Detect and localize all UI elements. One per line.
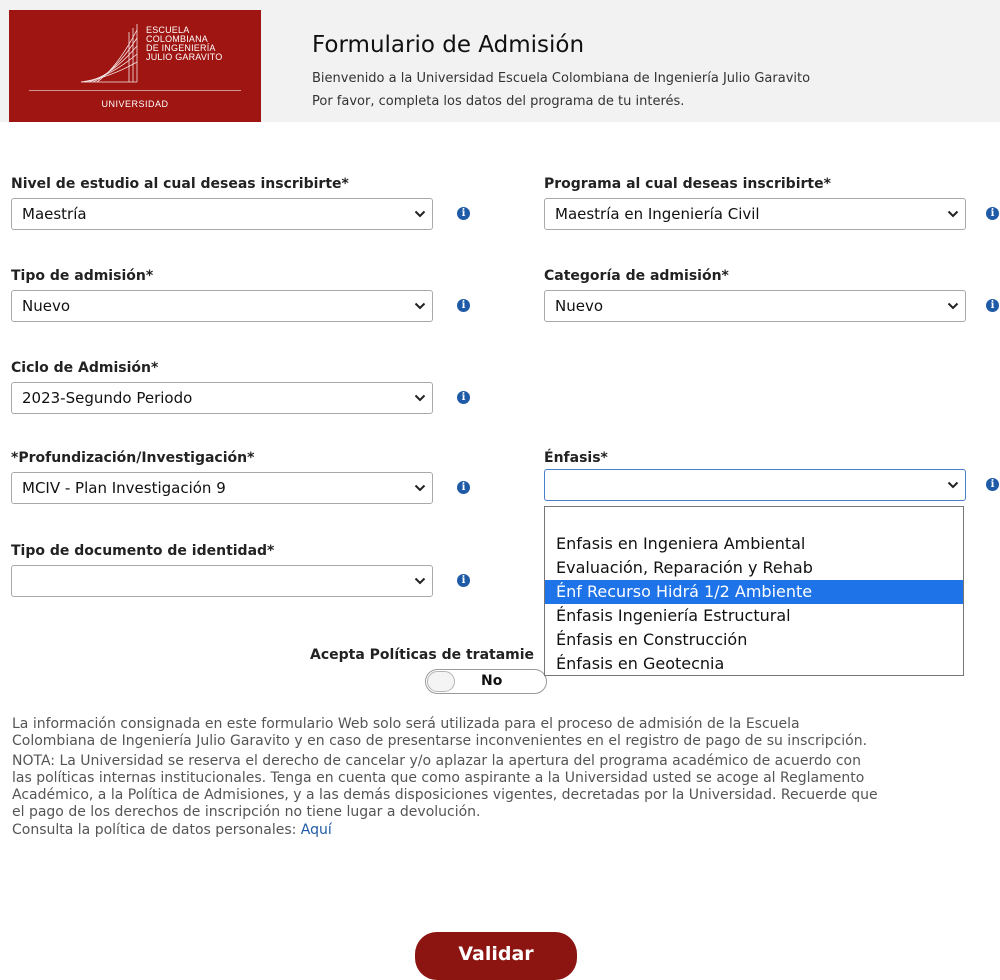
ciclo-select[interactable]: 2023-Segundo Periodo (11, 382, 433, 414)
logo-text: ESCUELA COLOMBIANA DE INGENIERÍA JULIO G… (146, 25, 223, 62)
profundizacion-label: *Profundización/Investigación* (11, 450, 255, 466)
accept-policy-label: Acepta Políticas de tratamie (310, 647, 535, 663)
tipo-admision-value: Nuevo (22, 297, 71, 315)
paragraph-line: NOTA: La Universidad se reserva el derec… (12, 753, 861, 769)
chevron-down-icon (414, 302, 426, 310)
dropdown-option[interactable]: Énfasis en Construcción (545, 628, 963, 652)
enfasis-label: Énfasis* (544, 450, 608, 466)
chevron-down-icon (414, 577, 426, 585)
paragraph-line: el pago de los derechos de inscripción n… (12, 804, 481, 820)
dropdown-option[interactable]: Énfasis Ingeniería Estructural (545, 604, 963, 628)
paragraph-line: La información consignada en este formul… (12, 716, 800, 732)
categoria-value: Nuevo (555, 297, 604, 315)
page-title: Formulario de Admisión (312, 32, 585, 58)
privacy-paragraph: La información consignada en este formul… (12, 716, 1000, 750)
categoria-label: Categoría de admisión* (544, 268, 729, 284)
programa-value: Maestría en Ingeniería Civil (555, 205, 760, 223)
info-icon[interactable]: i (986, 207, 999, 220)
nivel-select[interactable]: Maestría (11, 198, 433, 230)
tipo-admision-select[interactable]: Nuevo (11, 290, 433, 322)
policy-link[interactable]: Aquí (301, 822, 332, 838)
dropdown-option[interactable] (545, 508, 963, 532)
chevron-down-icon (414, 210, 426, 218)
ciclo-value: 2023-Segundo Periodo (22, 389, 193, 407)
logo-mark-icon (80, 24, 138, 83)
university-logo[interactable]: ESCUELA COLOMBIANA DE INGENIERÍA JULIO G… (9, 10, 261, 122)
tipo-documento-select[interactable] (11, 565, 433, 597)
enfasis-dropdown-list: Enfasis en Ingeniera Ambiental Evaluació… (544, 506, 964, 676)
toggle-label: No (481, 673, 503, 689)
logo-divider (29, 90, 241, 91)
paragraph-line: Académico, a la Política de Admisiones, … (12, 787, 878, 803)
welcome-text: Bienvenido a la Universidad Escuela Colo… (312, 71, 811, 86)
nivel-label: Nivel de estudio al cual deseas inscribi… (11, 176, 349, 192)
dropdown-option[interactable]: Evaluación, Reparación y Rehab (545, 556, 963, 580)
chevron-down-icon (947, 302, 959, 310)
info-icon[interactable]: i (457, 299, 470, 312)
instruction-text: Por favor, completa los datos del progra… (312, 94, 685, 109)
info-icon[interactable]: i (986, 299, 999, 312)
chevron-down-icon (947, 210, 959, 218)
categoria-select[interactable]: Nuevo (544, 290, 966, 322)
paragraph-line: las políticas internas institucionales. … (12, 770, 865, 786)
policy-label: Consulta la política de datos personales… (12, 822, 297, 838)
chevron-down-icon (414, 484, 426, 492)
info-icon[interactable]: i (986, 478, 999, 491)
chevron-down-icon (414, 394, 426, 402)
programa-select[interactable]: Maestría en Ingeniería Civil (544, 198, 966, 230)
chevron-down-icon (947, 481, 959, 489)
info-icon[interactable]: i (457, 207, 470, 220)
profundizacion-select[interactable]: MCIV - Plan Investigación 9 (11, 472, 433, 504)
enfasis-select[interactable] (544, 469, 966, 501)
accept-policy-toggle[interactable]: No (425, 669, 547, 694)
validate-button[interactable]: Validar (415, 932, 577, 980)
ciclo-label: Ciclo de Admisión* (11, 360, 159, 376)
info-icon[interactable]: i (457, 391, 470, 404)
info-icon[interactable]: i (457, 481, 470, 494)
programa-label: Programa al cual deseas inscribirte* (544, 176, 831, 192)
logo-university-label: UNIVERSIDAD (101, 99, 169, 109)
tipo-admision-label: Tipo de admisión* (11, 268, 154, 284)
dropdown-option[interactable]: Énfasis en Geotecnia (545, 652, 963, 676)
paragraph-line: Colombiana de Ingeniería Julio Garavito … (12, 733, 868, 749)
tipo-documento-label: Tipo de documento de identidad* (11, 543, 275, 559)
info-icon[interactable]: i (457, 574, 470, 587)
profundizacion-value: MCIV - Plan Investigación 9 (22, 479, 226, 497)
page-header: ESCUELA COLOMBIANA DE INGENIERÍA JULIO G… (0, 0, 1000, 122)
policy-line: Consulta la política de datos personales… (12, 822, 332, 838)
dropdown-option-selected[interactable]: Énf Recurso Hidrá 1/2 Ambiente (545, 580, 963, 604)
nivel-value: Maestría (22, 205, 87, 223)
note-paragraph: NOTA: La Universidad se reserva el derec… (12, 753, 1000, 821)
dropdown-option[interactable]: Enfasis en Ingeniera Ambiental (545, 532, 963, 556)
toggle-knob (427, 671, 455, 692)
